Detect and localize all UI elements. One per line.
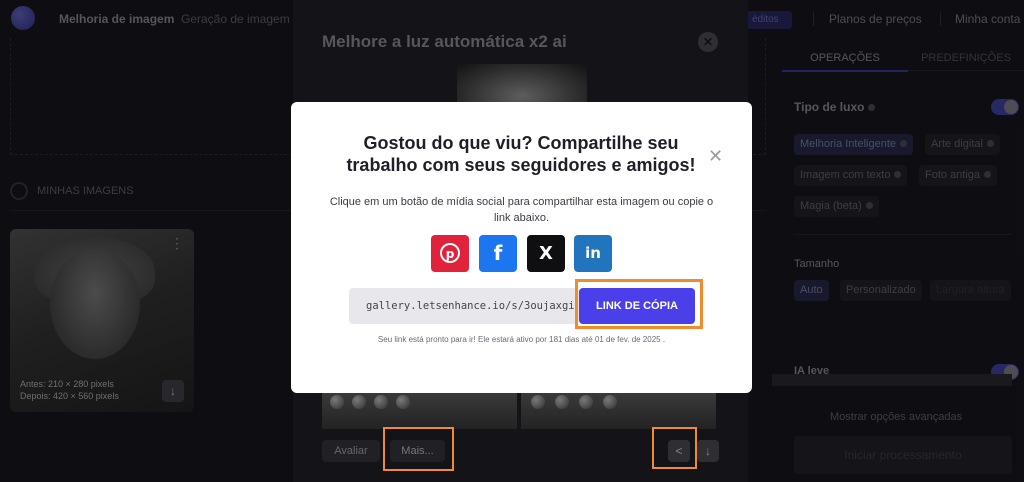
share-link-field[interactable]: gallery.letsenhance.io/s/3oujaxgi [349, 288, 579, 324]
linkedin-icon[interactable]: in [574, 235, 612, 272]
modal-title: Gostou do que viu? Compartilhe seu traba… [346, 133, 696, 175]
highlight-share-button [652, 427, 697, 469]
highlight-copy-button [575, 279, 703, 329]
svg-text:p: p [446, 247, 455, 261]
x-icon[interactable]: X [527, 235, 565, 272]
pinterest-icon[interactable]: p [431, 235, 469, 272]
share-modal: Gostou do que viu? Compartilhe seu traba… [291, 102, 752, 393]
close-icon[interactable]: ✕ [708, 146, 723, 167]
link-expiry-note: Seu link está pronto para ir! Ele estará… [377, 335, 666, 344]
highlight-more-button [383, 427, 454, 471]
modal-description: Clique em um botão de mídia social para … [329, 196, 714, 224]
facebook-icon[interactable]: f [479, 235, 517, 272]
app-window: Melhoria de imagem Geração de imagem édi… [0, 0, 1024, 482]
